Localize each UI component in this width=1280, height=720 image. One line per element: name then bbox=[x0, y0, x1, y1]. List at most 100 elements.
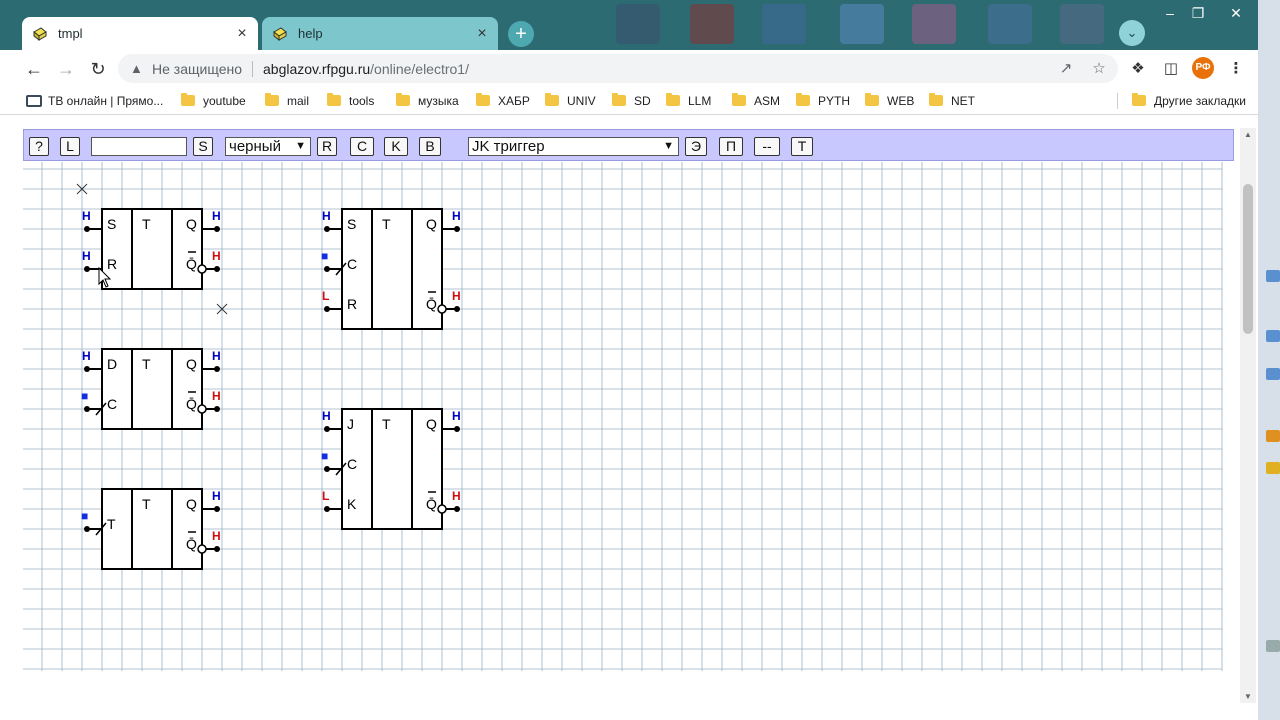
back-arrow-icon[interactable]: ← bbox=[22, 58, 46, 80]
bookmark-folder[interactable]: ASM bbox=[732, 92, 780, 109]
t-button[interactable]: T bbox=[791, 137, 813, 156]
pin-label: Q bbox=[426, 416, 437, 432]
folder-icon bbox=[865, 93, 879, 106]
pin-label: Q bbox=[186, 216, 197, 232]
d-trigger[interactable]: D C T Q Q̄ Н ■ Н Н bbox=[81, 348, 221, 430]
bookmark-folder[interactable]: SD bbox=[612, 92, 651, 109]
bookmark-folder[interactable]: tools bbox=[327, 92, 374, 109]
clock-marker: ■ bbox=[321, 249, 328, 263]
side-panel-icon[interactable]: ◫ bbox=[1160, 58, 1182, 80]
output-marker: Н bbox=[212, 209, 221, 223]
scroll-thumb[interactable] bbox=[1243, 184, 1253, 334]
bookmark-folder[interactable]: WEB bbox=[865, 92, 914, 109]
bookmark-folder[interactable]: музыка bbox=[396, 92, 459, 109]
desktop-background bbox=[500, 0, 1150, 50]
bookmark-item[interactable]: ТВ онлайн | Прямо... bbox=[26, 92, 163, 109]
chevron-down-icon: ▼ bbox=[663, 140, 674, 152]
tab-search-chevron-icon[interactable]: ⌄ bbox=[1119, 20, 1145, 46]
r-button[interactable]: R bbox=[317, 137, 338, 156]
bookmark-folder[interactable]: LLM bbox=[666, 92, 711, 109]
tab-title: help bbox=[298, 26, 323, 41]
circuit-drawing[interactable]: S R T Q Q̄ Н Н Н Н S C R T Q Q̄ Н ■ L Н … bbox=[23, 162, 1223, 671]
save-button[interactable]: S bbox=[193, 137, 213, 156]
output-marker: Н bbox=[212, 489, 221, 503]
folder-icon bbox=[1132, 93, 1146, 106]
trigger-title: T bbox=[382, 216, 391, 232]
pin-label: R bbox=[347, 296, 357, 312]
bookmarks-bar: ТВ онлайн | Прямо... youtube mail tools … bbox=[0, 87, 1258, 115]
close-tab-icon[interactable]: × bbox=[472, 25, 492, 43]
folder-icon bbox=[396, 93, 410, 106]
pin-label: C bbox=[347, 456, 357, 472]
bookmark-label: NET bbox=[951, 93, 975, 108]
jk-trigger[interactable]: J C K T Q Q̄ Н ■ L Н Н bbox=[321, 408, 461, 530]
folder-icon bbox=[545, 93, 559, 106]
security-label: Не защищено bbox=[152, 60, 242, 77]
help-button[interactable]: ? bbox=[29, 137, 49, 156]
b-button[interactable]: B bbox=[419, 137, 441, 156]
forward-arrow-icon[interactable]: → bbox=[54, 58, 78, 80]
minimize-icon[interactable]: – bbox=[1156, 4, 1184, 22]
extensions-puzzle-icon[interactable]: ❖ bbox=[1127, 58, 1149, 80]
circuit-canvas[interactable]: S R T Q Q̄ Н Н Н Н S C R T Q Q̄ Н ■ L Н … bbox=[23, 162, 1223, 671]
reload-icon[interactable]: ↻ bbox=[86, 58, 110, 80]
bookmark-folder[interactable]: youtube bbox=[181, 92, 246, 109]
bookmark-folder[interactable]: mail bbox=[265, 92, 309, 109]
output-marker: Н bbox=[452, 289, 461, 303]
folder-icon bbox=[181, 93, 195, 106]
desktop-icon bbox=[1266, 368, 1280, 380]
bookmark-folder[interactable]: NET bbox=[929, 92, 975, 109]
restore-icon[interactable]: ❐ bbox=[1184, 4, 1212, 22]
close-window-icon[interactable]: ✕ bbox=[1222, 4, 1250, 22]
output-marker: Н bbox=[212, 529, 221, 543]
bookmark-label: WEB bbox=[887, 93, 915, 108]
clock-marker: ■ bbox=[321, 449, 328, 463]
clock-marker: ■ bbox=[81, 509, 88, 523]
pin-label: D bbox=[107, 356, 117, 372]
c-button[interactable]: C bbox=[350, 137, 374, 156]
k-button[interactable]: K bbox=[384, 137, 408, 156]
share-icon[interactable]: ↗ bbox=[1055, 54, 1077, 83]
bookmark-label: Другие закладки bbox=[1154, 93, 1246, 108]
folder-icon bbox=[265, 93, 279, 106]
element-select[interactable]: JK триггер ▼ bbox=[468, 137, 679, 156]
bookmark-folder[interactable]: UNIV bbox=[545, 92, 596, 109]
e-button[interactable]: Э bbox=[685, 137, 707, 156]
scroll-down-icon[interactable]: ▼ bbox=[1243, 692, 1253, 701]
desktop-icon bbox=[1266, 640, 1280, 652]
scroll-up-icon[interactable]: ▲ bbox=[1243, 130, 1253, 139]
filename-input[interactable] bbox=[91, 137, 187, 156]
output-marker: Н bbox=[212, 349, 221, 363]
low-marker: L bbox=[322, 489, 329, 503]
page-favicon-icon bbox=[273, 26, 287, 41]
load-button[interactable]: L bbox=[60, 137, 80, 156]
folder-icon bbox=[612, 93, 626, 106]
profile-avatar[interactable]: РФ bbox=[1192, 57, 1214, 79]
tab-tmpl[interactable]: tmpl × bbox=[22, 17, 258, 50]
pin-label: R bbox=[107, 256, 117, 272]
menu-kebab-icon[interactable]: ⋮ bbox=[1225, 58, 1247, 80]
t-trigger[interactable]: T T Q Q̄ ■ Н Н bbox=[81, 488, 221, 570]
new-tab-button[interactable]: + bbox=[508, 21, 534, 47]
pin-label: Q bbox=[186, 496, 197, 512]
pin-label: J bbox=[347, 416, 354, 432]
wire-button[interactable]: -- bbox=[754, 137, 780, 156]
tab-help[interactable]: help × bbox=[262, 17, 498, 50]
color-select[interactable]: черный ▼ bbox=[225, 137, 311, 156]
close-tab-icon[interactable]: × bbox=[232, 25, 252, 43]
high-marker: Н bbox=[322, 209, 331, 223]
warning-triangle-icon: ▲ bbox=[130, 60, 143, 76]
pin-label: Q bbox=[186, 356, 197, 372]
scr-trigger[interactable]: S C R T Q Q̄ Н ■ L Н Н bbox=[321, 208, 461, 330]
pin-label: Q bbox=[426, 216, 437, 232]
bookmark-folder[interactable]: ХАБР bbox=[476, 92, 530, 109]
bookmark-star-icon[interactable]: ☆ bbox=[1088, 54, 1110, 83]
other-bookmarks-folder[interactable]: Другие закладки bbox=[1132, 92, 1246, 109]
bookmark-folder[interactable]: PYTH bbox=[796, 92, 850, 109]
vertical-scrollbar[interactable]: ▲ ▼ bbox=[1240, 128, 1256, 703]
p-button[interactable]: П bbox=[719, 137, 743, 156]
divider bbox=[1117, 93, 1118, 109]
address-bar[interactable]: ▲ Не защищено abglazov.rfpgu.ru/online/e… bbox=[118, 54, 1118, 83]
bookmark-label: youtube bbox=[203, 93, 246, 108]
desktop-icon bbox=[1266, 330, 1280, 342]
